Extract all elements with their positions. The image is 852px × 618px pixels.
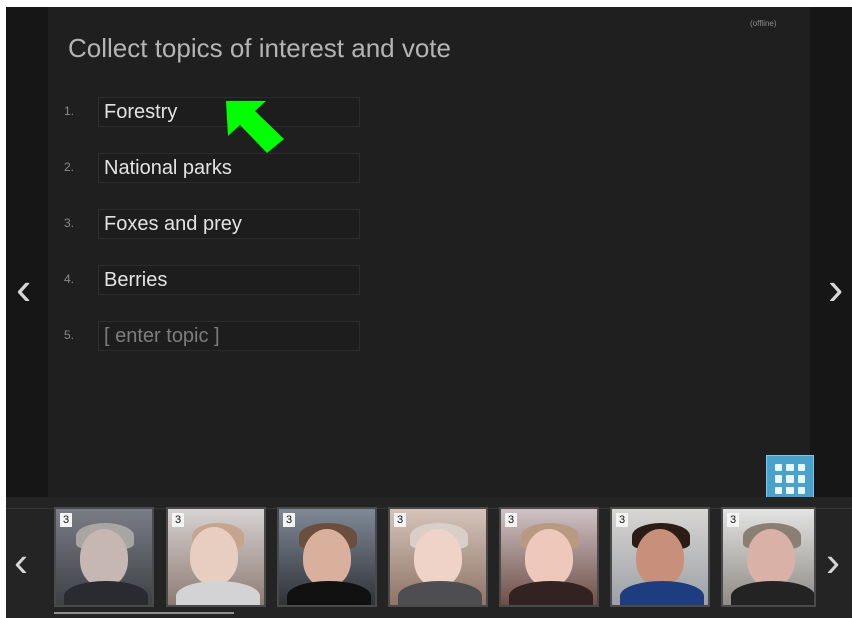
topic-label: National parks xyxy=(104,157,232,179)
topic-number: 4. xyxy=(64,272,75,286)
avatar-face xyxy=(80,529,128,587)
chevron-right-icon[interactable]: › xyxy=(828,265,843,311)
status-label: (offline) xyxy=(750,19,777,28)
participant-tile[interactable]: 3 xyxy=(610,507,710,607)
grid-icon xyxy=(786,486,794,494)
right-sidebar xyxy=(810,7,852,497)
topic-number: 2. xyxy=(64,160,75,174)
participant-badge: 3 xyxy=(60,513,72,527)
avatar-shoulders xyxy=(398,581,482,605)
avatar-face xyxy=(525,529,573,587)
participant-tile[interactable]: 3 xyxy=(721,507,816,607)
avatar-shoulders xyxy=(509,581,593,605)
topic-label: Berries xyxy=(104,269,168,291)
participant-badge: 3 xyxy=(727,513,739,527)
app-window: d (offline) Collect topics of interest a… xyxy=(6,7,852,618)
chevron-left-icon[interactable]: ‹ xyxy=(14,541,28,583)
avatar-face xyxy=(303,529,351,587)
avatar-face xyxy=(190,527,238,585)
grid-icon xyxy=(775,475,783,483)
topic-item-4[interactable]: 4. Berries xyxy=(64,265,364,295)
page-title: Collect topics of interest and vote xyxy=(68,33,451,63)
left-sidebar xyxy=(6,7,48,497)
avatar-shoulders xyxy=(620,581,704,605)
topic-number: 3. xyxy=(64,216,75,230)
topic-placeholder: [ enter topic ] xyxy=(104,325,220,347)
participant-tile[interactable]: 3 xyxy=(499,507,599,607)
avatar-face xyxy=(414,529,462,587)
participant-badge: 3 xyxy=(283,513,295,527)
topic-number: 1. xyxy=(64,104,75,118)
avatar-shoulders xyxy=(731,581,814,605)
avatar-face xyxy=(636,529,684,587)
chevron-right-icon[interactable]: › xyxy=(826,541,840,583)
participant-strip: ‹ › 3 3 3 3 3 3 3 xyxy=(6,497,852,618)
arrow-cursor-icon xyxy=(226,101,284,153)
avatar-shoulders xyxy=(64,581,148,605)
avatar-shoulders xyxy=(287,581,371,605)
topic-list: 1. Forestry 2. National parks 3. Foxes a… xyxy=(64,97,364,377)
grid-icon xyxy=(797,464,805,472)
topic-item-3[interactable]: 3. Foxes and prey xyxy=(64,209,364,239)
participant-tile[interactable]: 3 xyxy=(54,507,154,607)
topic-item-2[interactable]: 2. National parks xyxy=(64,153,364,183)
participant-tile[interactable]: 3 xyxy=(166,507,266,607)
topic-label: Forestry xyxy=(104,101,178,123)
participant-badge: 3 xyxy=(394,513,406,527)
grid-icon xyxy=(786,475,794,483)
chevron-left-icon[interactable]: ‹ xyxy=(16,265,31,311)
grid-icon xyxy=(775,464,783,472)
avatar-face xyxy=(747,529,795,587)
topic-item-1[interactable]: 1. Forestry xyxy=(64,97,364,127)
topic-number: 5. xyxy=(64,328,75,342)
strip-progress xyxy=(54,612,234,614)
grid-icon xyxy=(797,486,805,494)
participant-tile[interactable]: 3 xyxy=(277,507,377,607)
participant-tile[interactable]: 3 xyxy=(388,507,488,607)
avatar-shoulders xyxy=(176,581,260,605)
participant-badge: 3 xyxy=(505,513,517,527)
participant-badge: 3 xyxy=(172,513,184,527)
grid-icon xyxy=(797,475,805,483)
grid-button[interactable] xyxy=(766,455,814,503)
grid-icon xyxy=(775,486,783,494)
topic-item-5[interactable]: 5. [ enter topic ] xyxy=(64,321,364,351)
participant-badge: 3 xyxy=(616,513,628,527)
grid-icon xyxy=(786,464,794,472)
topic-label: Foxes and prey xyxy=(104,213,242,235)
